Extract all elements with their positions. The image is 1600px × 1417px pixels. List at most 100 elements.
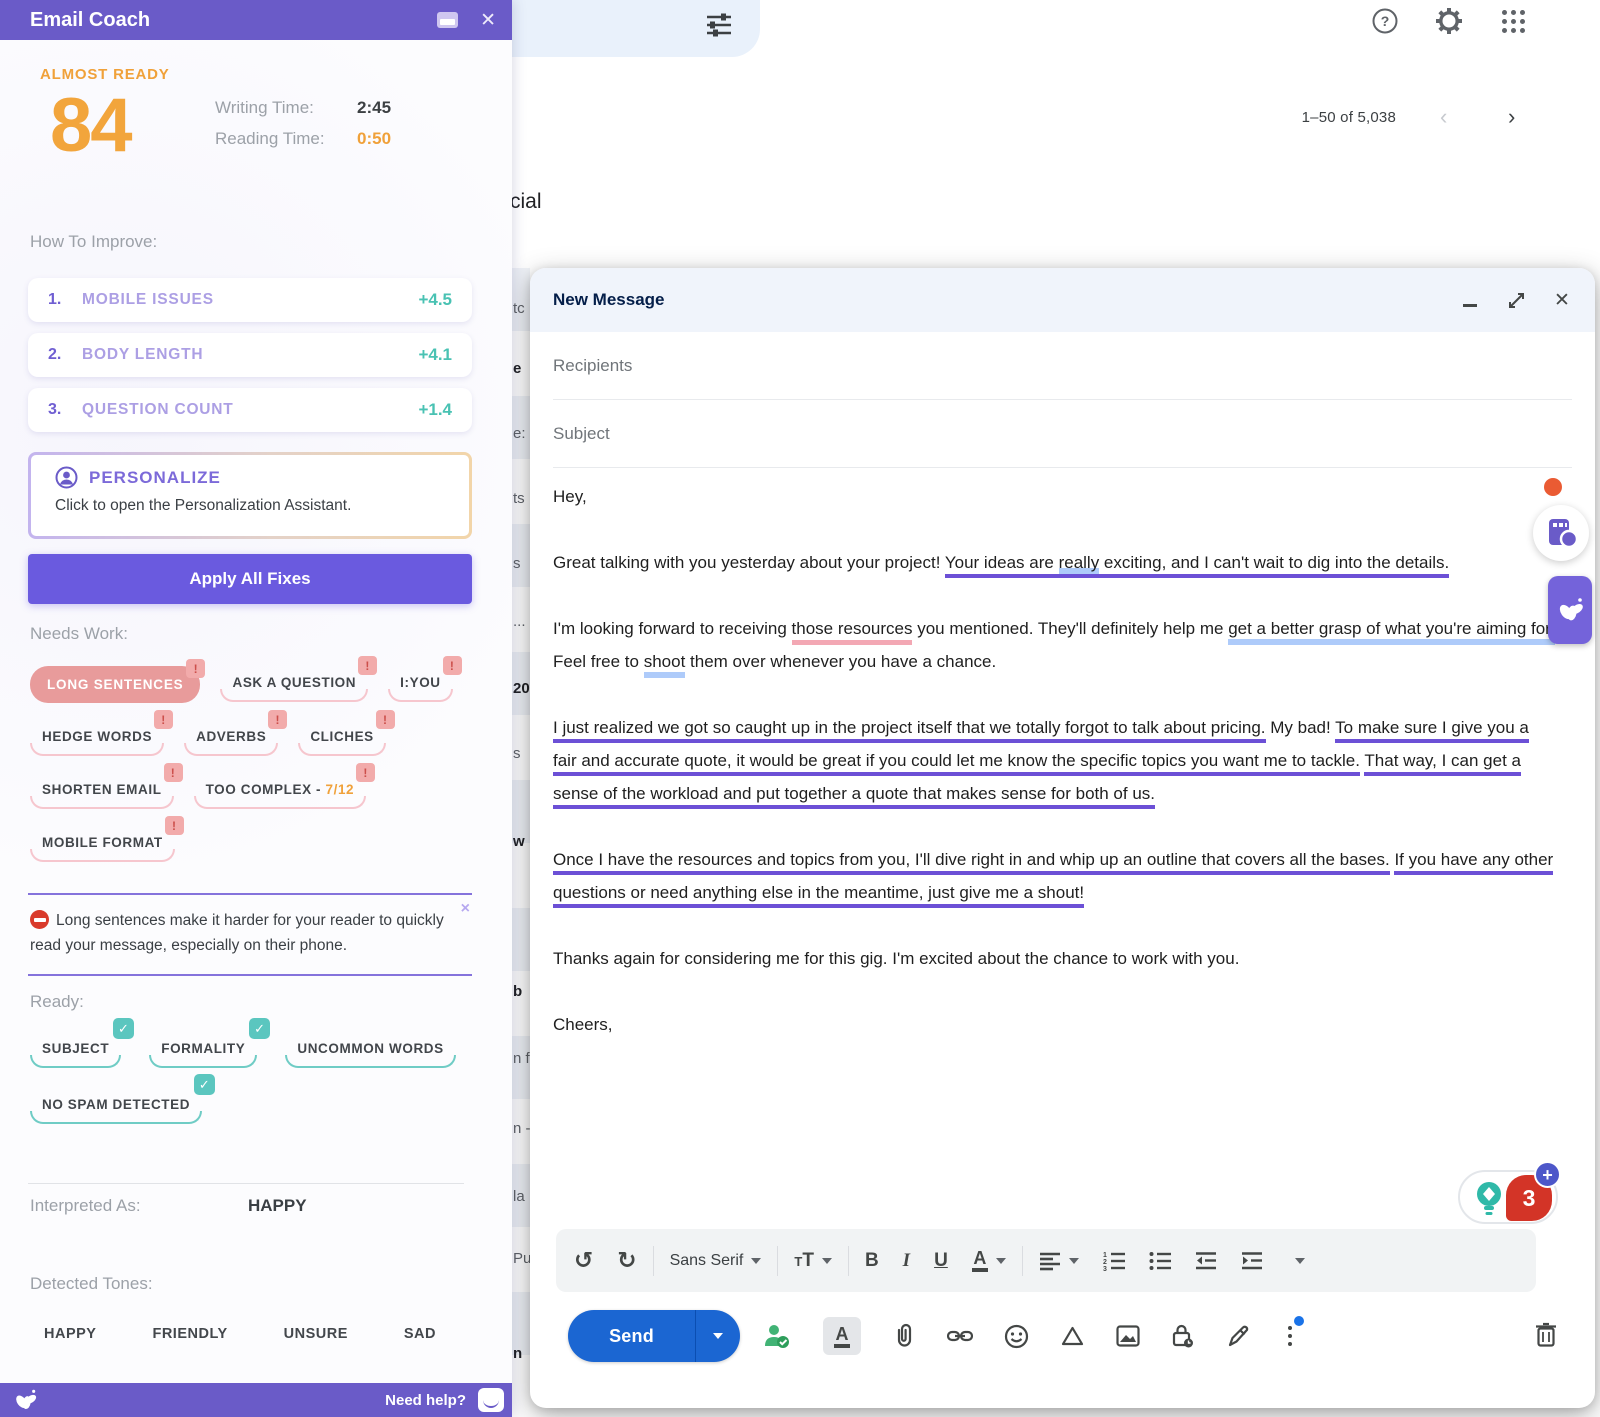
needs-work-tag[interactable]: SHORTEN EMAIL!	[30, 773, 174, 809]
insert-image-icon[interactable]	[1116, 1325, 1140, 1347]
tag-label: HEDGE WORDS	[42, 729, 152, 744]
improve-value: +1.4	[418, 400, 452, 420]
needs-work-tag[interactable]: MOBILE FORMAT!	[30, 826, 175, 862]
close-panel-icon[interactable]: ✕	[480, 9, 496, 32]
body-paragraph: I just realized we got so caught up in t…	[553, 711, 1555, 810]
help-icon[interactable]: ?	[1370, 6, 1400, 36]
text-color-button[interactable]: A	[972, 1249, 1006, 1272]
body-paragraph: I'm looking forward to receiving those r…	[553, 612, 1555, 678]
body-text-segment: you mentioned. They'll definitely help m…	[912, 619, 1228, 638]
needs-work-tag[interactable]: ADVERBS!	[184, 720, 278, 756]
improve-value: +4.1	[418, 345, 452, 365]
tag-label: SUBJECT	[42, 1041, 109, 1056]
personalize-card[interactable]: PERSONALIZE Click to open the Personaliz…	[28, 452, 472, 539]
minimize-icon[interactable]	[1461, 291, 1479, 309]
send-button[interactable]: Send	[568, 1310, 740, 1362]
body-paragraph: Hey,	[553, 480, 1555, 513]
improve-label: BODY LENGTH	[82, 346, 418, 364]
font-select[interactable]: Sans Serif	[670, 1252, 762, 1270]
social-tab-fragment: cial	[510, 190, 542, 214]
ready-tag[interactable]: SUBJECT✓	[30, 1032, 121, 1068]
improve-rank: 3.	[48, 401, 82, 419]
indent-decrease-icon[interactable]	[1195, 1251, 1217, 1271]
numbered-list-icon[interactable]: 123	[1103, 1251, 1125, 1271]
recipients-field[interactable]	[553, 332, 1572, 400]
tag-underline	[30, 796, 174, 809]
italic-button[interactable]: I	[903, 1250, 910, 1272]
highlighted-text: I just realized we got so caught up in t…	[553, 718, 1266, 743]
boomerang-track-icon[interactable]	[762, 1321, 792, 1351]
more-options-icon[interactable]	[1282, 1324, 1298, 1348]
improve-row[interactable]: 2.BODY LENGTH+4.1	[28, 333, 472, 377]
undo-icon[interactable]: ↺	[574, 1248, 593, 1274]
need-help-link[interactable]: Need help?	[385, 1392, 466, 1409]
inbox-list-sliver: tcee:tss...20swbn fn -laPun	[512, 268, 530, 1383]
tag-label: FORMALITY	[161, 1041, 245, 1056]
add-fix-badge[interactable]: +	[1534, 1161, 1561, 1188]
recipients-input[interactable]	[553, 356, 1572, 376]
search-filter-icon[interactable]	[704, 10, 734, 45]
needs-work-tag[interactable]: HEDGE WORDS!	[30, 720, 164, 756]
subject-input[interactable]	[553, 424, 1572, 444]
insert-link-icon[interactable]	[947, 1328, 973, 1344]
new-feature-dot	[1294, 1316, 1304, 1326]
svg-text:?: ?	[1381, 13, 1390, 29]
bulleted-list-icon[interactable]	[1149, 1251, 1171, 1271]
writing-time-label: Writing Time:	[215, 98, 314, 118]
highlighted-text: shoot	[644, 652, 686, 678]
highlighted-text: exciting, and I can't wait to dig into t…	[1099, 553, 1449, 578]
chat-bubble-icon[interactable]	[478, 1388, 504, 1412]
discard-draft-icon[interactable]	[1535, 1322, 1557, 1353]
improve-label: MOBILE ISSUES	[82, 291, 418, 309]
improve-row[interactable]: 3.QUESTION COUNT+1.4	[28, 388, 472, 432]
coach-title: Email Coach	[30, 9, 437, 32]
tag-underline	[388, 689, 453, 702]
expand-icon[interactable]	[1507, 291, 1525, 309]
insert-emoji-icon[interactable]	[1004, 1324, 1029, 1349]
send-options-icon[interactable]	[696, 1333, 740, 1339]
text-size-button[interactable]: TT	[794, 1250, 832, 1272]
inbox-text-fragment: ...	[513, 613, 526, 630]
highlighted-text: those resources	[792, 619, 913, 645]
indent-increase-icon[interactable]	[1241, 1251, 1263, 1271]
bold-button[interactable]: B	[865, 1250, 879, 1272]
more-formatting-icon[interactable]	[1287, 1258, 1305, 1264]
attach-file-icon[interactable]	[892, 1323, 916, 1349]
boomerang-sidebar-button[interactable]	[1548, 576, 1592, 644]
ready-tag[interactable]: FORMALITY✓	[149, 1032, 257, 1068]
alert-badge-icon: !	[186, 659, 205, 678]
apps-grid-icon[interactable]	[1498, 6, 1528, 36]
body-paragraph: Great talking with you yesterday about y…	[553, 546, 1555, 579]
insert-signature-icon[interactable]	[1226, 1324, 1251, 1349]
tag-underline	[220, 689, 368, 702]
formatting-options-icon[interactable]: A	[823, 1317, 861, 1355]
needs-work-tag[interactable]: I:YOU!	[388, 666, 453, 702]
apply-all-fixes-button[interactable]: Apply All Fixes	[28, 554, 472, 604]
templates-button[interactable]	[1533, 505, 1589, 561]
needs-work-tag[interactable]: LONG SENTENCES!	[30, 666, 200, 703]
pagination-prev-icon[interactable]: ‹	[1440, 104, 1447, 130]
body-paragraph: Cheers,	[553, 1008, 1555, 1041]
pagination-next-icon[interactable]: ›	[1508, 104, 1515, 130]
tag-label: ADVERBS	[196, 729, 266, 744]
confidential-mode-icon[interactable]	[1171, 1323, 1195, 1349]
gmail-header-icons: ?	[1370, 6, 1528, 36]
redo-icon[interactable]: ↻	[617, 1248, 636, 1274]
warning-close-icon[interactable]: ×	[461, 900, 470, 918]
underline-button[interactable]: U	[934, 1250, 948, 1272]
ready-tag[interactable]: UNCOMMON WORDS	[285, 1032, 455, 1068]
improve-row[interactable]: 1.MOBILE ISSUES+4.5	[28, 278, 472, 322]
settings-gear-icon[interactable]	[1434, 6, 1464, 36]
close-icon[interactable]: ✕	[1553, 291, 1571, 309]
needs-work-tag[interactable]: CLICHES!	[298, 720, 385, 756]
ready-tag[interactable]: NO SPAM DETECTED✓	[30, 1088, 202, 1124]
align-button[interactable]	[1039, 1251, 1079, 1271]
compose-header[interactable]: New Message ✕	[530, 268, 1595, 332]
needs-work-tag[interactable]: TOO COMPLEX - 7/12!	[194, 773, 367, 809]
email-coach-panel: Email Coach ✕ ALMOST READY 84 Writing Ti…	[0, 0, 512, 1417]
message-body-editor[interactable]: Hey, Great talking with you yesterday abo…	[553, 480, 1555, 1074]
subject-field[interactable]	[553, 400, 1572, 468]
drive-icon[interactable]	[1060, 1325, 1085, 1348]
restore-window-icon[interactable]	[437, 12, 458, 28]
needs-work-tag[interactable]: ASK A QUESTION!	[220, 666, 368, 702]
